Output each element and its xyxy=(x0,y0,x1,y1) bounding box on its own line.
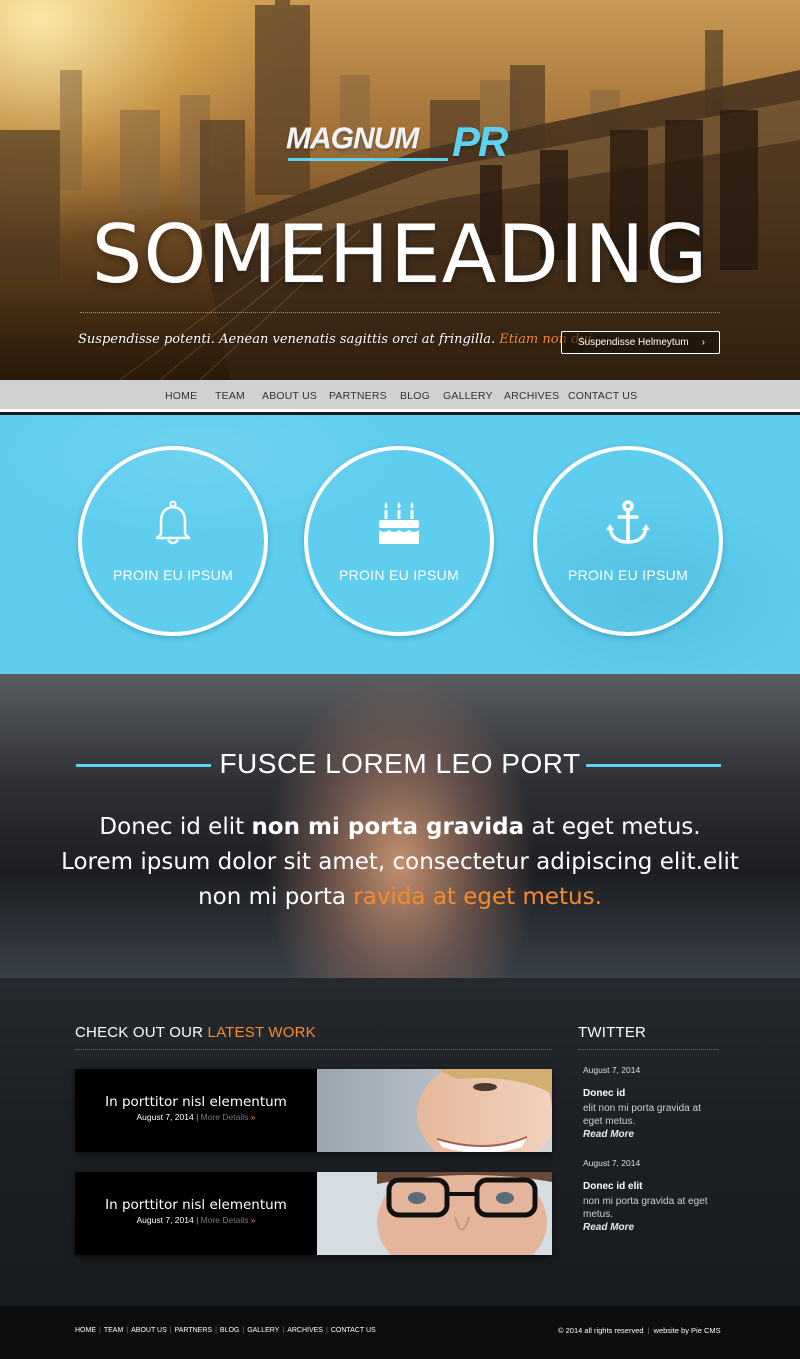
nav-item-team[interactable]: TEAM xyxy=(215,390,245,402)
nav-item-about[interactable]: ABOUT US xyxy=(262,390,317,402)
work-item-title: In porttitor nisl elementum xyxy=(105,1094,287,1110)
nav-item-partners[interactable]: PARTNERS xyxy=(329,390,387,402)
chevron-right-icon: › xyxy=(701,337,705,348)
bell-icon xyxy=(82,500,264,550)
work-title: CHECK OUT OUR LATEST WORK xyxy=(75,1024,316,1041)
quote-text: Donec id elit non mi porta gravida at eg… xyxy=(60,810,740,915)
footer-link-about[interactable]: ABOUT US xyxy=(131,1327,167,1334)
meta-separator: | xyxy=(196,1215,199,1225)
quote-bold: non mi porta gravida xyxy=(251,814,525,840)
double-chevron-icon: » xyxy=(250,1112,256,1122)
work-item-title: In porttitor nisl elementum xyxy=(105,1197,287,1213)
footer-link-gallery[interactable]: GALLERY xyxy=(247,1327,279,1334)
services-section: PROIN EU IPSUM PROIN EU IPSUM PROIN EU I… xyxy=(0,415,800,674)
quote-accent: ravida at eget metus. xyxy=(353,884,602,910)
footer-link-partners[interactable]: PARTNERS xyxy=(175,1327,212,1334)
footer-copyright: © 2014 all rights reserved | website by Pi… xyxy=(558,1326,721,1335)
hero-cta-button[interactable]: Suspendisse Helmeytum › xyxy=(561,331,720,354)
hero-overlay xyxy=(0,0,800,380)
anchor-icon xyxy=(537,500,719,550)
work-item-date: August 7, 2014 xyxy=(136,1112,194,1122)
hero-tagline: Suspendisse potenti. Aenean venenatis sa… xyxy=(78,332,592,347)
more-details-link[interactable]: More Details xyxy=(201,1215,249,1225)
nav-item-archives[interactable]: ARCHIVES xyxy=(504,390,559,402)
hero-banner: MAGNUM PR SOMEHEADING Suspendisse potent… xyxy=(0,0,800,380)
read-more-link[interactable]: Read More xyxy=(583,1129,634,1140)
tagline-text: Suspendisse potenti. Aenean venenatis sa… xyxy=(78,332,496,347)
twitter-divider xyxy=(578,1049,718,1050)
tweet-date: August 7, 2014 xyxy=(583,1158,641,1168)
work-item-date: August 7, 2014 xyxy=(136,1215,194,1225)
hero-divider xyxy=(80,312,720,313)
footer-separator: | xyxy=(99,1327,101,1334)
work-item[interactable]: In porttitor nisl elementum August 7, 20… xyxy=(75,1172,552,1255)
footer-link-archives[interactable]: ARCHIVES xyxy=(287,1327,323,1334)
footer-link-home[interactable]: HOME xyxy=(75,1327,96,1334)
main-nav: HOME TEAM ABOUT US PARTNERS BLOG GALLERY… xyxy=(0,380,800,412)
brand-logo[interactable]: MAGNUM PR xyxy=(286,118,526,168)
nav-item-blog[interactable]: BLOG xyxy=(400,390,430,402)
footer-link-blog[interactable]: BLOG xyxy=(220,1327,239,1334)
service-label: PROIN EU IPSUM xyxy=(338,567,460,583)
work-item[interactable]: In porttitor nisl elementum August 7, 20… xyxy=(75,1069,552,1152)
service-circle-1[interactable]: PROIN EU IPSUM xyxy=(78,446,268,636)
twitter-title: TWITTER xyxy=(578,1024,647,1041)
work-divider xyxy=(75,1049,552,1050)
man-with-glasses-photo xyxy=(317,1172,552,1255)
work-title-accent: LATEST WORK xyxy=(207,1024,316,1041)
footer-separator: | xyxy=(325,1327,328,1334)
footer-separator: | xyxy=(282,1327,285,1334)
double-chevron-icon: » xyxy=(250,1215,256,1225)
tweet-body: non mi porta gravida at eget metus. xyxy=(583,1196,708,1220)
service-circle-2[interactable]: PROIN EU IPSUM xyxy=(304,446,494,636)
quote-section: FUSCE LOREM LEO PORT Donec id elit non m… xyxy=(0,674,800,978)
service-label: PROIN EU IPSUM xyxy=(112,567,234,583)
footer-separator: | xyxy=(215,1327,217,1334)
nav-item-gallery[interactable]: GALLERY xyxy=(443,390,493,402)
quote-part-1: Donec id elit xyxy=(99,814,252,840)
footer-link-contact[interactable]: CONTACT US xyxy=(331,1327,376,1334)
footer-nav: HOME | TEAM | ABOUT US | PARTNERS | BLOG | GA… xyxy=(75,1327,376,1334)
read-more-link[interactable]: Read More xyxy=(583,1222,634,1233)
content-section: CHECK OUT OUR LATEST WORK In porttitor n… xyxy=(0,978,800,1306)
logo-text: MAGNUM xyxy=(286,122,419,155)
work-title-plain: CHECK OUT OUR xyxy=(75,1024,208,1041)
footer-separator: | xyxy=(169,1327,172,1334)
copyright-text: © 2014 all rights reserved xyxy=(558,1326,644,1335)
footer-separator: | xyxy=(647,1326,650,1335)
title-rule-right xyxy=(586,764,721,767)
footer-separator: | xyxy=(242,1327,245,1334)
work-item-meta: August 7, 2014 | More Details » xyxy=(75,1215,317,1225)
work-item-meta: August 7, 2014 | More Details » xyxy=(75,1112,317,1122)
logo-accent: PR xyxy=(452,118,508,165)
logo-underline xyxy=(288,158,448,161)
more-details-link[interactable]: More Details xyxy=(201,1112,249,1122)
hero-cta-label: Suspendisse Helmeytum xyxy=(578,337,689,348)
footer: HOME | TEAM | ABOUT US | PARTNERS | BLOG | GA… xyxy=(0,1306,800,1359)
tweet-date: August 7, 2014 xyxy=(583,1065,641,1075)
service-label: PROIN EU IPSUM xyxy=(567,567,689,583)
tweet-body: elit non mi porta gravida at eget metus. xyxy=(583,1103,701,1127)
footer-link-team[interactable]: TEAM xyxy=(104,1327,123,1334)
nav-item-home[interactable]: HOME xyxy=(165,390,197,402)
footer-separator: | xyxy=(126,1327,129,1334)
woman-smiling-photo xyxy=(317,1069,552,1152)
tweet-author: Donec id elit xyxy=(583,1181,643,1192)
tweet-author: Donec id xyxy=(583,1088,626,1099)
meta-separator: | xyxy=(196,1112,199,1122)
nav-item-contact[interactable]: CONTACT US xyxy=(568,390,637,402)
hero-heading: SOMEHEADING xyxy=(91,208,709,301)
credit-link[interactable]: website by Pie CMS xyxy=(654,1326,721,1335)
birthday-cake-icon xyxy=(308,500,490,550)
service-circle-3[interactable]: PROIN EU IPSUM xyxy=(533,446,723,636)
